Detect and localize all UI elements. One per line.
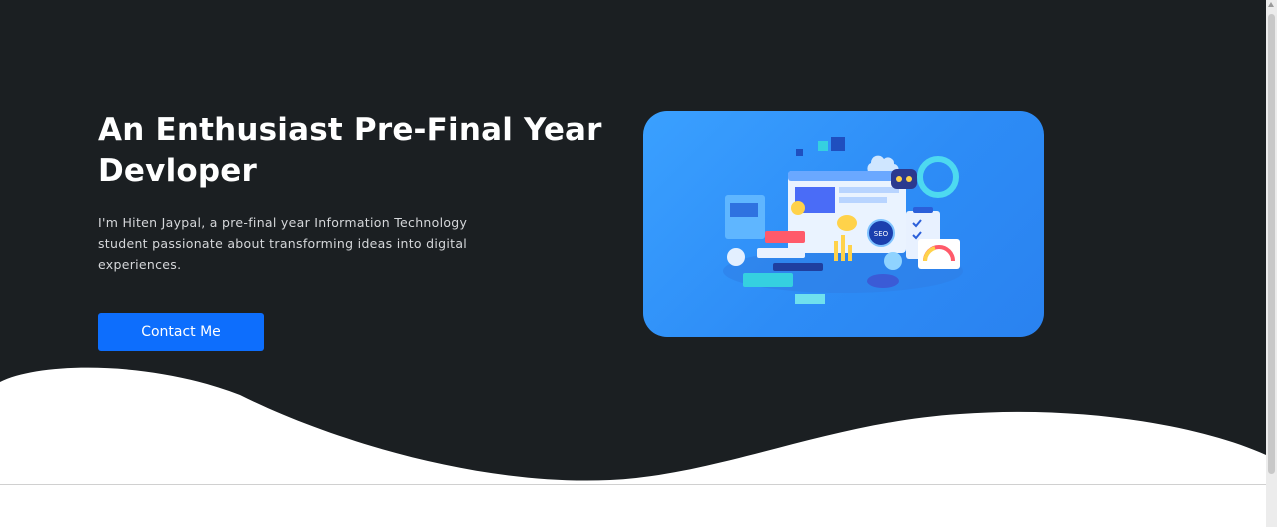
- seo-badge-text: SEO: [874, 230, 889, 238]
- scroll-up-arrow-icon[interactable]: [1268, 2, 1274, 7]
- hero-illustration: SEO: [643, 111, 1044, 337]
- contact-me-button[interactable]: Contact Me: [98, 313, 264, 351]
- hero-subtitle: I'm Hiten Jaypal, a pre-final year Infor…: [98, 215, 468, 272]
- hero-headline: An Enthusiast Pre-Final Year Devloper: [98, 112, 602, 189]
- hero-section: An Enthusiast Pre-Final Year Devloper I'…: [0, 0, 1266, 527]
- web-development-illustration-icon: SEO: [723, 137, 963, 304]
- section-divider: [0, 484, 1266, 485]
- vertical-scrollbar[interactable]: [1266, 0, 1277, 527]
- scrollbar-thumb[interactable]: [1268, 14, 1275, 474]
